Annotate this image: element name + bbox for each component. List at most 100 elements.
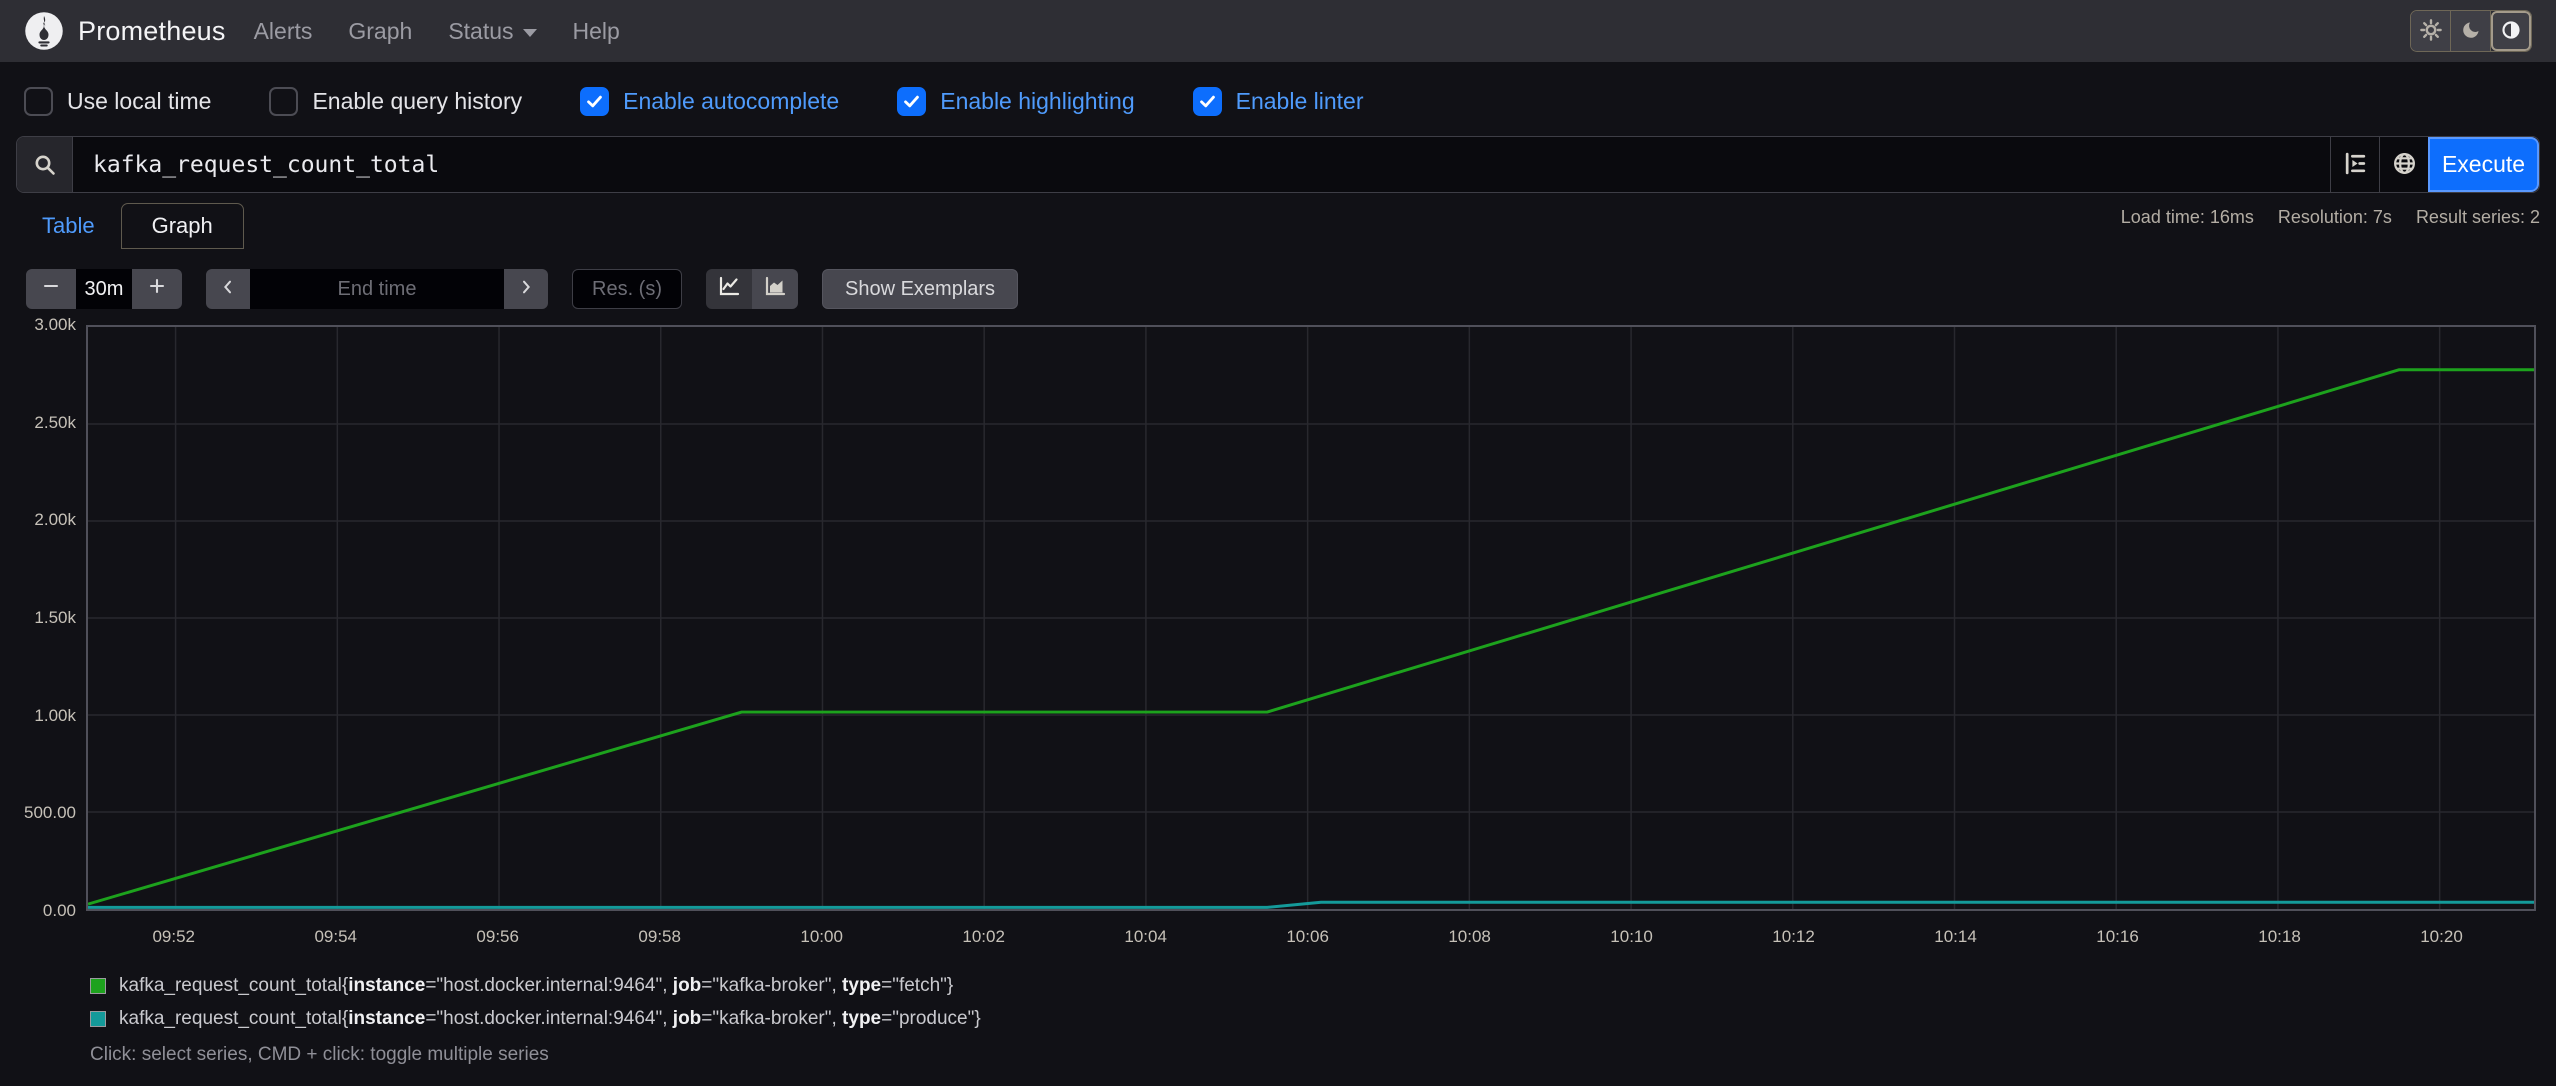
navbar: Prometheus Alerts Graph Status Help xyxy=(0,0,2556,62)
x-tick-label: 09:54 xyxy=(314,927,357,946)
nav-item-alerts[interactable]: Alerts xyxy=(254,18,313,45)
x-tick-label: 10:02 xyxy=(962,927,1005,946)
x-tick-label: 10:12 xyxy=(1772,927,1815,946)
y-axis-labels: 0.00 500.00 1.00k 1.50k 2.00k 2.50k 3.00k xyxy=(0,315,76,920)
y-tick-label: 0.00 xyxy=(42,901,76,920)
settings-bar: Use local time Enable query history Enable… xyxy=(0,62,2556,136)
line-chart-toggle-button[interactable] xyxy=(706,269,752,309)
x-tick-label: 10:18 xyxy=(2258,927,2301,946)
sun-icon xyxy=(2419,18,2442,44)
main-nav: Alerts Graph Status Help xyxy=(254,18,2410,45)
chevron-left-icon xyxy=(220,278,236,301)
x-tick-label: 10:06 xyxy=(1286,927,1329,946)
y-tick-label: 3.00k xyxy=(34,315,76,334)
checkbox-label: Enable autocomplete xyxy=(623,88,840,114)
x-tick-label: 09:52 xyxy=(152,927,196,946)
checkbox-use-local-time[interactable]: Use local time xyxy=(24,87,211,116)
x-tick-label: 09:58 xyxy=(638,927,681,946)
plus-icon xyxy=(148,277,166,301)
resolution: Resolution: 7s xyxy=(2277,207,2392,227)
auto-theme-button[interactable] xyxy=(2491,11,2531,51)
nav-item-label: Help xyxy=(572,17,620,44)
checkbox-checked-icon xyxy=(1192,87,1222,116)
y-tick-label: 1.50k xyxy=(34,608,76,627)
execute-button[interactable]: Execute xyxy=(2428,137,2539,192)
x-tick-label: 10:16 xyxy=(2096,927,2139,946)
nav-item-help[interactable]: Help xyxy=(573,18,620,45)
legend-swatch-icon xyxy=(90,1011,106,1027)
prometheus-logo-icon[interactable] xyxy=(24,11,64,51)
x-tick-label: 10:20 xyxy=(2420,927,2463,946)
search-icon xyxy=(17,137,73,192)
legend-series-label: kafka_request_count_total{instance="host… xyxy=(119,1008,981,1029)
show-exemplars-button[interactable]: Show Exemplars xyxy=(822,269,1019,309)
y-tick-label: 1.00k xyxy=(34,705,76,725)
y-tick-label: 2.00k xyxy=(34,510,76,530)
range-input[interactable] xyxy=(76,269,132,309)
checkbox-label: Use local time xyxy=(67,88,212,114)
query-stats: Load time: 16ms Resolution: 7s Result se… xyxy=(2121,203,2540,228)
metrics-explorer-button[interactable] xyxy=(2330,137,2379,192)
x-tick-label: 09:56 xyxy=(476,927,519,946)
light-theme-button[interactable] xyxy=(2411,11,2451,51)
legend-hint: Click: select series, CMD + click: toggl… xyxy=(90,1044,549,1065)
y-tick-label: 2.50k xyxy=(34,412,76,432)
legend: kafka_request_count_total{instance="host… xyxy=(90,975,2556,1030)
theme-auto-icon xyxy=(2501,20,2521,43)
nav-item-graph[interactable]: Graph xyxy=(348,18,412,45)
globe-button[interactable] xyxy=(2379,137,2428,192)
x-tick-label: 10:04 xyxy=(1124,927,1167,946)
line-chart-icon xyxy=(717,274,741,304)
resolution-input[interactable] xyxy=(572,269,682,309)
legend-series-label: kafka_request_count_total{instance="host… xyxy=(119,975,954,996)
tab-table[interactable]: Table xyxy=(16,203,121,249)
checkbox-unchecked-icon xyxy=(269,87,299,116)
range-control xyxy=(26,269,182,309)
chart: 0.00 500.00 1.00k 1.50k 2.00k 2.50k 3.00k 09:5… xyxy=(0,315,2556,947)
x-tick-label: 10:10 xyxy=(1610,927,1653,946)
tab-graph[interactable]: Graph xyxy=(120,203,244,249)
checkbox-enable-query-history[interactable]: Enable query history xyxy=(269,87,522,116)
legend-item[interactable]: kafka_request_count_total{instance="host… xyxy=(90,975,2556,997)
caret-down-icon xyxy=(522,28,537,37)
x-tick-label: 10:08 xyxy=(1448,927,1491,946)
end-time-control xyxy=(206,269,548,309)
checkbox-enable-autocomplete[interactable]: Enable autocomplete xyxy=(580,87,839,116)
nav-item-status[interactable]: Status xyxy=(448,18,537,45)
app-title[interactable]: Prometheus xyxy=(78,16,226,47)
range-decrease-button[interactable] xyxy=(26,269,76,309)
moon-icon xyxy=(2461,20,2481,43)
checkbox-checked-icon xyxy=(897,87,927,116)
query-input[interactable] xyxy=(73,137,2330,192)
end-time-input[interactable] xyxy=(250,269,504,309)
checkbox-label: Enable query history xyxy=(312,88,523,114)
checkbox-label: Enable linter xyxy=(1235,88,1364,114)
x-tick-label: 10:14 xyxy=(1934,927,1977,946)
legend-item[interactable]: kafka_request_count_total{instance="host… xyxy=(90,1008,2556,1030)
checkbox-label: Enable highlighting xyxy=(940,88,1135,114)
x-tick-label: 10:00 xyxy=(800,927,843,946)
theme-toggle-group xyxy=(2410,10,2532,52)
stacked-chart-icon xyxy=(763,274,787,304)
load-time: Load time: 16ms xyxy=(2120,207,2254,227)
chevron-right-icon xyxy=(518,278,534,301)
time-forward-button[interactable] xyxy=(504,269,548,309)
query-bar: Execute xyxy=(16,136,2540,193)
checkbox-enable-linter[interactable]: Enable linter xyxy=(1192,87,1364,116)
graph-canvas[interactable] xyxy=(86,325,2536,911)
graph-controls: Show Exemplars xyxy=(26,269,2556,309)
checkbox-enable-highlighting[interactable]: Enable highlighting xyxy=(897,87,1135,116)
dark-theme-button[interactable] xyxy=(2451,11,2491,51)
result-series: Result series: 2 xyxy=(2415,207,2540,227)
checkbox-checked-icon xyxy=(580,87,610,116)
x-axis-labels: 09:52 09:54 09:56 09:58 10:00 10:02 10:04 10:06… xyxy=(86,917,2536,947)
chart-type-toggle xyxy=(706,269,798,309)
tabs-and-stats-row: Table Graph Load time: 16ms Resolution: … xyxy=(16,203,2540,255)
nav-item-label: Alerts xyxy=(253,17,313,44)
range-increase-button[interactable] xyxy=(132,269,182,309)
stacked-chart-toggle-button[interactable] xyxy=(752,269,798,309)
legend-swatch-icon xyxy=(90,978,106,994)
time-back-button[interactable] xyxy=(206,269,250,309)
minus-icon xyxy=(42,277,60,301)
metrics-explorer-icon xyxy=(2343,152,2368,179)
